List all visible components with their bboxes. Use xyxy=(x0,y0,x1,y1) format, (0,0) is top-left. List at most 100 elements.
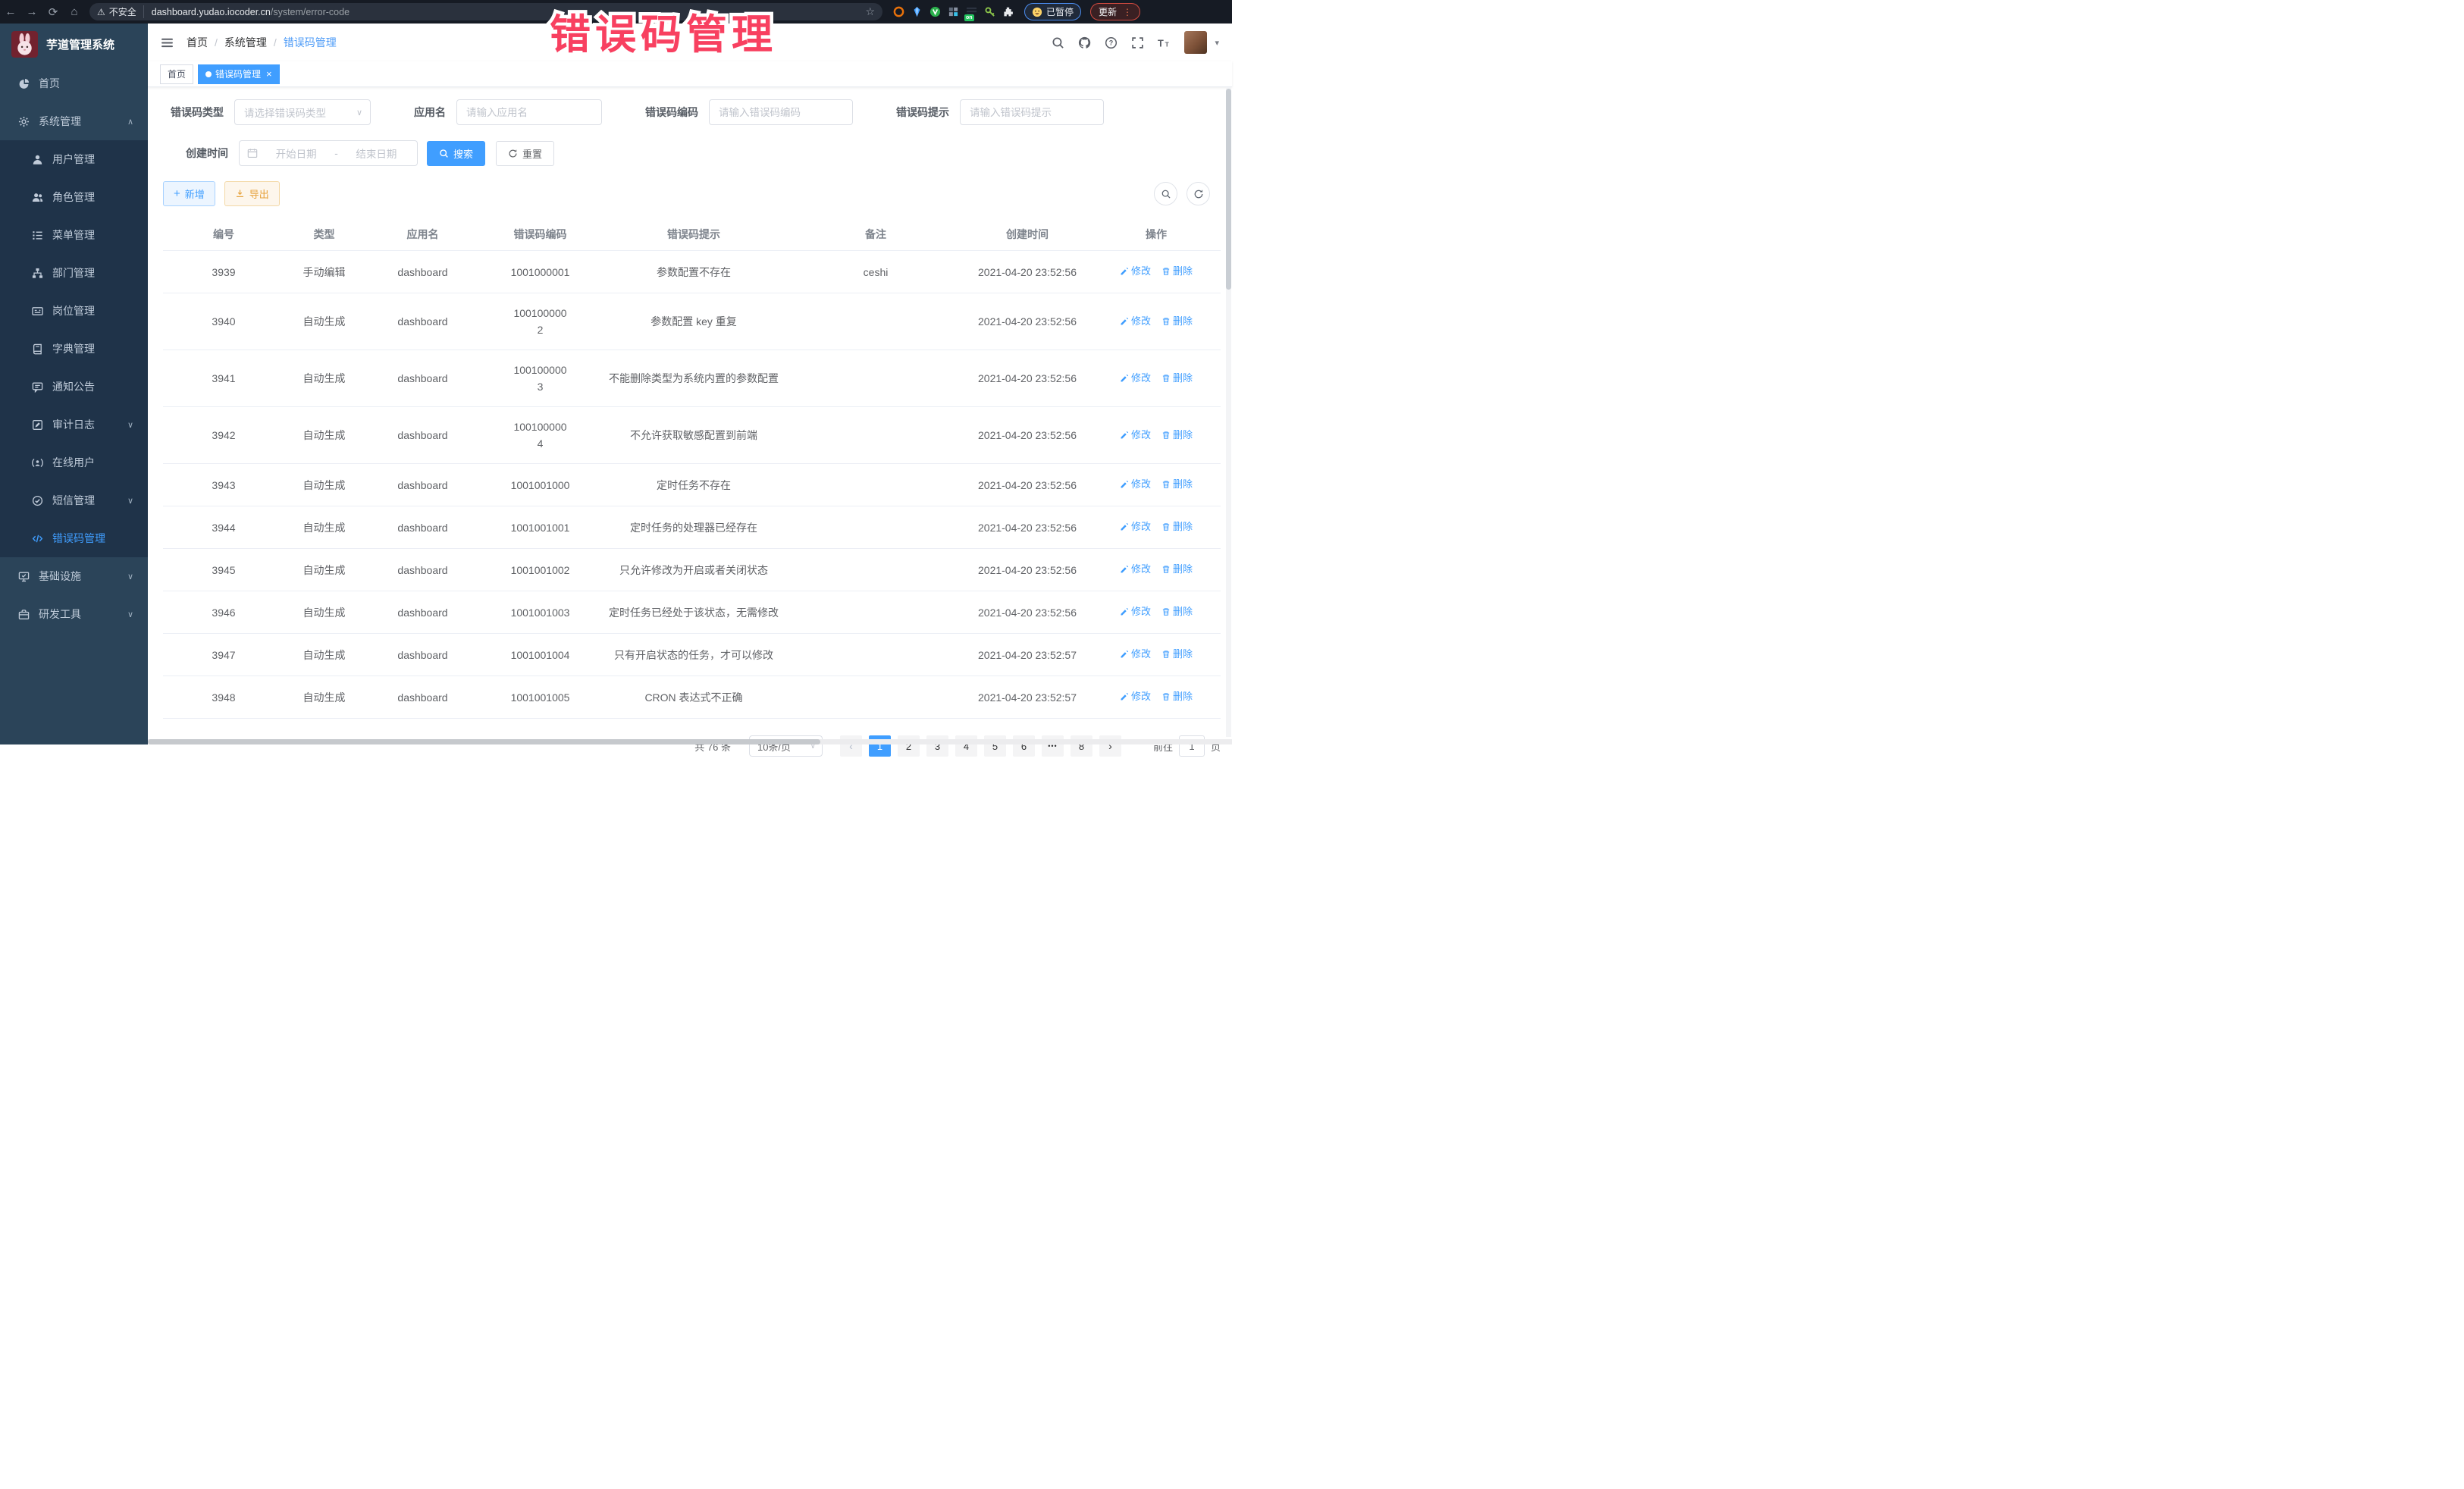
tag-首页[interactable]: 首页 xyxy=(160,64,193,84)
fullscreen-icon[interactable] xyxy=(1131,36,1144,49)
sidebar-item-错误码管理[interactable]: 错误码管理 xyxy=(0,519,148,557)
end-date-placeholder[interactable]: 结束日期 xyxy=(343,146,409,161)
edit-link[interactable]: 修改 xyxy=(1120,603,1151,620)
add-button[interactable]: + 新增 xyxy=(163,181,215,206)
delete-link[interactable]: 删除 xyxy=(1161,427,1193,444)
close-icon[interactable]: × xyxy=(266,69,272,79)
app-name-input[interactable] xyxy=(457,100,601,124)
browser-update-button[interactable]: 更新 ⋮ xyxy=(1090,3,1140,20)
delete-link[interactable]: 删除 xyxy=(1161,476,1193,493)
github-icon[interactable] xyxy=(1078,36,1091,49)
extension-grid-icon[interactable] xyxy=(948,6,959,17)
sidebar-item-在线用户[interactable]: 在线用户 xyxy=(0,444,148,481)
edit-link[interactable]: 修改 xyxy=(1120,561,1151,578)
edit-link[interactable]: 修改 xyxy=(1120,263,1151,280)
paused-extension-pill[interactable]: 已暂停 xyxy=(1024,3,1081,20)
extension-blue-gem-icon[interactable] xyxy=(911,6,923,17)
sidebar-item-部门管理[interactable]: 部门管理 xyxy=(0,254,148,292)
back-icon[interactable]: ← xyxy=(0,5,21,18)
sidebar-item-系统管理[interactable]: 系统管理∧ xyxy=(0,102,148,140)
sidebar-item-研发工具[interactable]: 研发工具∨ xyxy=(0,595,148,633)
chevron-down-icon[interactable]: ▾ xyxy=(1215,38,1219,48)
edit-link[interactable]: 修改 xyxy=(1120,476,1151,493)
table-row[interactable]: 3940自动生成dashboard1001000002参数配置 key 重复20… xyxy=(163,293,1221,350)
refresh-button[interactable] xyxy=(1187,182,1210,205)
delete-link[interactable]: 删除 xyxy=(1161,603,1193,620)
sidebar-item-用户管理[interactable]: 用户管理 xyxy=(0,140,148,178)
extension-key-icon[interactable] xyxy=(984,6,995,17)
extensions-puzzle-icon[interactable] xyxy=(1002,6,1014,17)
start-date-placeholder[interactable]: 开始日期 xyxy=(263,146,329,161)
sidebar-item-岗位管理[interactable]: 岗位管理 xyxy=(0,292,148,330)
address-bar[interactable]: ⚠ 不安全 dashboard.yudao.iocoder.cn/system/… xyxy=(89,3,882,20)
table-row[interactable]: 3942自动生成dashboard1001000004不允许获取敏感配置到前端2… xyxy=(163,407,1221,464)
sidebar-item-基础设施[interactable]: 基础设施∨ xyxy=(0,557,148,595)
date-range-picker[interactable]: 开始日期 - 结束日期 xyxy=(239,140,418,166)
cell-id: 3943 xyxy=(163,464,284,506)
extension-green-v-icon[interactable] xyxy=(929,6,941,17)
delete-link[interactable]: 删除 xyxy=(1161,646,1193,663)
delete-link[interactable]: 删除 xyxy=(1161,313,1193,330)
sidebar-item-审计日志[interactable]: 审计日志∨ xyxy=(0,406,148,444)
edit-link[interactable]: 修改 xyxy=(1120,313,1151,330)
sidebar-item-角色管理[interactable]: 角色管理 xyxy=(0,178,148,216)
delete-link[interactable]: 删除 xyxy=(1161,688,1193,705)
sidebar-item-首页[interactable]: 首页 xyxy=(0,64,148,102)
delete-link[interactable]: 删除 xyxy=(1161,263,1193,280)
font-size-icon[interactable]: TT xyxy=(1158,36,1171,49)
sidebar-item-通知公告[interactable]: 通知公告 xyxy=(0,368,148,406)
avatar[interactable] xyxy=(1184,31,1207,54)
extension-list-on-icon[interactable]: on xyxy=(966,6,977,17)
error-hint-input[interactable] xyxy=(961,100,1103,124)
bookmark-star-icon[interactable]: ☆ xyxy=(865,5,875,18)
edit-link[interactable]: 修改 xyxy=(1120,519,1151,535)
sidebar-item-菜单管理[interactable]: 菜单管理 xyxy=(0,216,148,254)
menu-dots-icon[interactable]: ⋮ xyxy=(1123,7,1132,17)
sidebar-item-短信管理[interactable]: 短信管理∨ xyxy=(0,481,148,519)
table-row[interactable]: 3939手动编辑dashboard1001000001参数配置不存在ceshi2… xyxy=(163,251,1221,293)
cell-time: 2021-04-20 23:52:56 xyxy=(963,506,1092,549)
horizontal-scrollbar[interactable] xyxy=(148,739,1232,744)
table-row[interactable]: 3946自动生成dashboard1001001003定时任务已经处于该状态，无… xyxy=(163,591,1221,634)
export-button[interactable]: 导出 xyxy=(224,181,280,206)
tag-错误码管理[interactable]: 错误码管理× xyxy=(198,64,280,84)
search-button[interactable]: 搜索 xyxy=(427,141,485,166)
extension-orange-ring-icon[interactable] xyxy=(893,6,904,17)
toggle-search-button[interactable] xyxy=(1154,182,1177,205)
vertical-scrollbar[interactable] xyxy=(1226,87,1231,737)
search-icon[interactable] xyxy=(1052,36,1064,49)
url-text[interactable]: dashboard.yudao.iocoder.cn/system/error-… xyxy=(152,7,866,17)
sidebar-logo[interactable]: 芋道管理系统 xyxy=(0,24,148,64)
edit-link[interactable]: 修改 xyxy=(1120,370,1151,387)
delete-link[interactable]: 删除 xyxy=(1161,370,1193,387)
sidebar-item-字典管理[interactable]: 字典管理 xyxy=(0,330,148,368)
cell-actions: 修改删除 xyxy=(1092,464,1221,506)
edit-link[interactable]: 修改 xyxy=(1120,688,1151,705)
vertical-scrollbar-thumb[interactable] xyxy=(1226,89,1231,290)
breadcrumb-item[interactable]: 错误码管理 xyxy=(284,35,337,50)
table-row[interactable]: 3943自动生成dashboard1001001000定时任务不存在2021-0… xyxy=(163,464,1221,506)
reload-icon[interactable]: ⟳ xyxy=(42,5,64,19)
sidebar-item-label: 错误码管理 xyxy=(52,531,105,546)
delete-link[interactable]: 删除 xyxy=(1161,519,1193,535)
edit-link[interactable]: 修改 xyxy=(1120,646,1151,663)
table-row[interactable]: 3945自动生成dashboard1001001002只允许修改为开启或者关闭状… xyxy=(163,549,1221,591)
horizontal-scrollbar-thumb[interactable] xyxy=(148,739,820,744)
table-row[interactable]: 3941自动生成dashboard1001000003不能删除类型为系统内置的参… xyxy=(163,350,1221,407)
delete-link[interactable]: 删除 xyxy=(1161,561,1193,578)
forward-icon[interactable]: → xyxy=(21,5,42,18)
hamburger-icon[interactable] xyxy=(161,36,174,49)
table-row[interactable]: 3944自动生成dashboard1001001001定时任务的处理器已经存在2… xyxy=(163,506,1221,549)
question-icon[interactable]: ? xyxy=(1105,36,1118,49)
edit-link[interactable]: 修改 xyxy=(1120,427,1151,444)
breadcrumb-item[interactable]: 首页 xyxy=(187,35,208,50)
table-row[interactable]: 3948自动生成dashboard1001001005CRON 表达式不正确20… xyxy=(163,676,1221,719)
breadcrumb-item[interactable]: 系统管理 xyxy=(224,35,267,50)
reset-button[interactable]: 重置 xyxy=(496,141,554,166)
security-label[interactable]: 不安全 xyxy=(109,5,144,18)
error-code-input[interactable] xyxy=(710,100,852,124)
error-type-select[interactable]: 请选择错误码类型 ∨ xyxy=(234,99,371,125)
table-row[interactable]: 3947自动生成dashboard1001001004只有开启状态的任务，才可以… xyxy=(163,634,1221,676)
sidebar-item-label: 系统管理 xyxy=(39,114,81,129)
home-icon[interactable]: ⌂ xyxy=(64,5,85,18)
